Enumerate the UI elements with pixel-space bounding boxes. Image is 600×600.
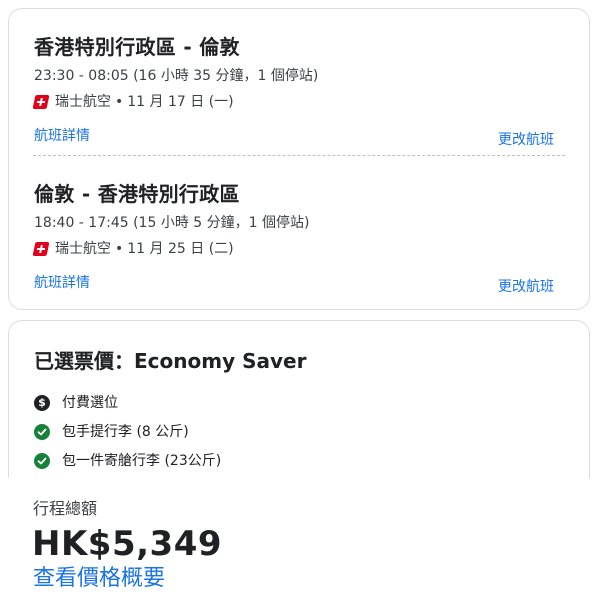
outbound-separator: • — [115, 94, 124, 110]
total-label: 行程總額 — [33, 499, 98, 518]
outbound-date: 11 月 17 日 (一) — [127, 94, 234, 110]
return-times: 18:40 - 17:45 (15 小時 5 分鐘，1 個停站) — [34, 215, 310, 231]
itinerary-card: 香港特別行政區 - 倫敦 23:30 - 08:05 (16 小時 35 分鐘，… — [8, 8, 590, 310]
swiss-airline-logo-icon — [32, 242, 50, 256]
fare-feature-carry-on: 包手提行李 (8 公斤) — [34, 422, 189, 442]
dollar-icon: $ — [34, 395, 50, 411]
fare-feature-label: 包手提行李 (8 公斤) — [62, 424, 189, 440]
return-route: 倫敦 - 香港特別行政區 — [34, 182, 240, 206]
total-panel: 行程總額 HK$5,349 查看價格概要 — [0, 478, 600, 600]
outbound-change-flight-link[interactable]: 更改航班 — [498, 130, 554, 150]
return-flight-details-link[interactable]: 航班詳情 — [34, 273, 90, 293]
return-links: 航班詳情 更改航班 — [34, 273, 564, 295]
return-change-flight-link[interactable]: 更改航班 — [498, 277, 554, 297]
check-icon — [34, 453, 50, 469]
fare-feature-label: 包一件寄艙行李 (23公斤) — [62, 453, 222, 469]
outbound-airline-row: 瑞士航空 • 11 月 17 日 (一) — [32, 92, 564, 112]
check-icon — [34, 424, 50, 440]
fare-title: 已選票價：Economy Saver — [34, 349, 307, 373]
return-airline-row: 瑞士航空 • 11 月 25 日 (二) — [32, 239, 564, 259]
outbound-route: 香港特別行政區 - 倫敦 — [34, 35, 240, 59]
fare-feature-label: 付費選位 — [62, 395, 118, 411]
fare-feature-seat-selection: $ 付費選位 — [34, 393, 118, 413]
leg-divider — [33, 155, 565, 156]
fare-feature-checked-bag: 包一件寄艙行李 (23公斤) — [34, 451, 221, 471]
return-airline: 瑞士航空 — [55, 241, 111, 257]
outbound-airline: 瑞士航空 — [55, 94, 111, 110]
return-separator: • — [115, 241, 124, 257]
total-price: HK$5,349 — [32, 524, 223, 564]
return-leg: 倫敦 - 香港特別行政區 18:40 - 17:45 (15 小時 5 分鐘，1… — [32, 180, 564, 295]
outbound-flight-details-link[interactable]: 航班詳情 — [34, 126, 90, 146]
outbound-times: 23:30 - 08:05 (16 小時 35 分鐘，1 個停站) — [34, 68, 319, 84]
outbound-links: 航班詳情 更改航班 — [34, 126, 564, 148]
view-price-summary-link[interactable]: 查看價格概要 — [33, 564, 165, 594]
swiss-airline-logo-icon — [32, 95, 50, 109]
outbound-leg: 香港特別行政區 - 倫敦 23:30 - 08:05 (16 小時 35 分鐘，… — [32, 33, 564, 148]
return-date: 11 月 25 日 (二) — [127, 241, 234, 257]
